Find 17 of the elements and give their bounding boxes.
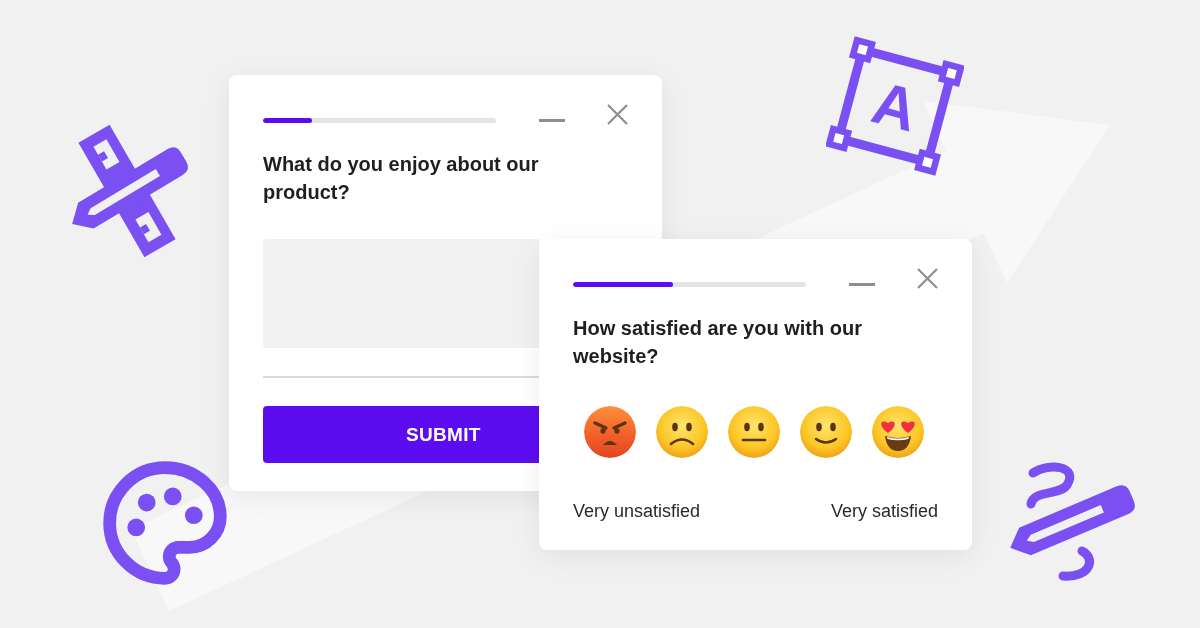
close-button[interactable] <box>917 268 938 289</box>
heart-eyes-face-icon[interactable] <box>872 406 924 458</box>
minimize-icon <box>849 283 875 286</box>
question-text: How satisfied are you with our website? <box>573 316 863 369</box>
minimize-icon <box>539 119 565 122</box>
scale-label: Very unsatisfied <box>573 500 701 522</box>
angry-face-icon[interactable] <box>584 406 636 458</box>
submit-button[interactable]: SUBMIT <box>263 406 539 463</box>
question-text: What do you enjoy about our product? <box>263 152 540 205</box>
close-icon <box>917 268 938 289</box>
neutral-face-icon[interactable] <box>728 406 780 458</box>
smiling-face-icon[interactable] <box>800 406 852 458</box>
close-button[interactable] <box>607 104 628 125</box>
palette-icon <box>103 461 227 585</box>
scale-label: Very satisfied <box>830 500 938 522</box>
frowning-face-icon[interactable] <box>656 406 708 458</box>
close-icon <box>607 104 628 125</box>
